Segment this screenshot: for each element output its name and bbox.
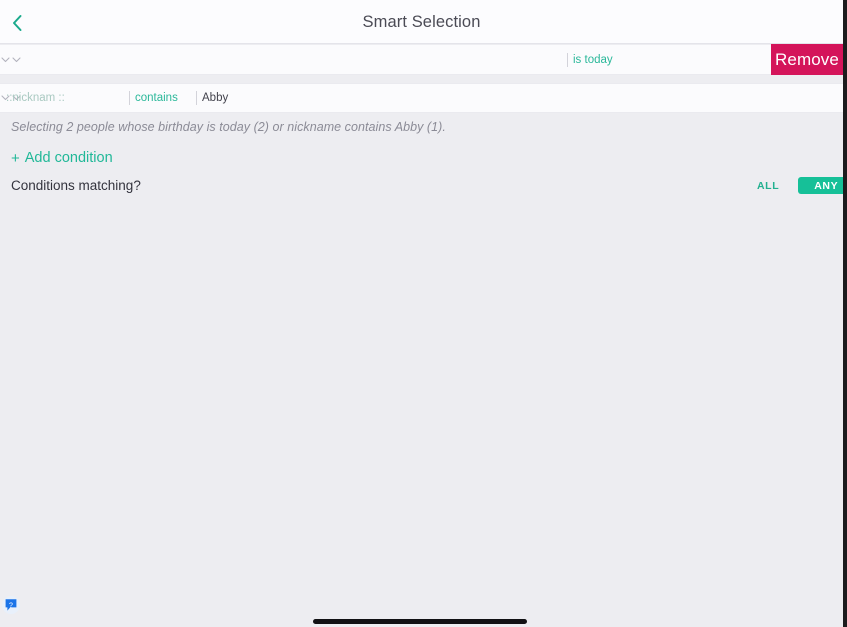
field-divider [567, 52, 568, 67]
smart-selection-screen: Smart Selection is today Remove ::nickna… [0, 0, 847, 627]
svg-text:?: ? [9, 602, 13, 609]
field-divider [196, 91, 197, 105]
field-divider [129, 91, 130, 105]
question-mark-help-icon: ? [4, 598, 18, 612]
home-indicator [313, 619, 527, 624]
condition-field-select-2[interactable]: ::nicknam :: [6, 83, 65, 113]
selection-summary-text: Selecting 2 people whose birthday is tod… [11, 120, 446, 134]
match-mode-option-any[interactable]: ANY [798, 177, 847, 194]
condition-row: ::nicknam :: contains Abby [0, 83, 843, 113]
app-header: Smart Selection [0, 0, 843, 44]
plus-icon: + [11, 149, 20, 167]
remove-condition-button[interactable]: Remove [771, 44, 843, 75]
condition-operator-select-2[interactable]: contains [125, 83, 178, 113]
condition-value-input-2[interactable]: Abby [192, 83, 228, 113]
match-mode-toggle: ALL ANY [748, 177, 847, 194]
condition-row: is today [0, 45, 843, 75]
conditions-matching-label: Conditions matching? [11, 178, 141, 193]
match-mode-option-all[interactable]: ALL [748, 177, 788, 194]
condition-field-select-1[interactable] [6, 45, 554, 75]
page-title: Smart Selection [362, 13, 481, 31]
condition-value-label-2: Abby [202, 92, 229, 104]
add-condition-label: Add condition [24, 150, 113, 166]
screen-right-edge [843, 0, 847, 627]
condition-operator-label-2: contains [135, 92, 178, 104]
condition-operator-select-1[interactable]: is today [563, 45, 613, 75]
add-condition-button[interactable]: + Add condition [11, 150, 113, 166]
help-button[interactable]: ? [2, 596, 20, 614]
condition-operator-label-1: is today [573, 53, 613, 66]
